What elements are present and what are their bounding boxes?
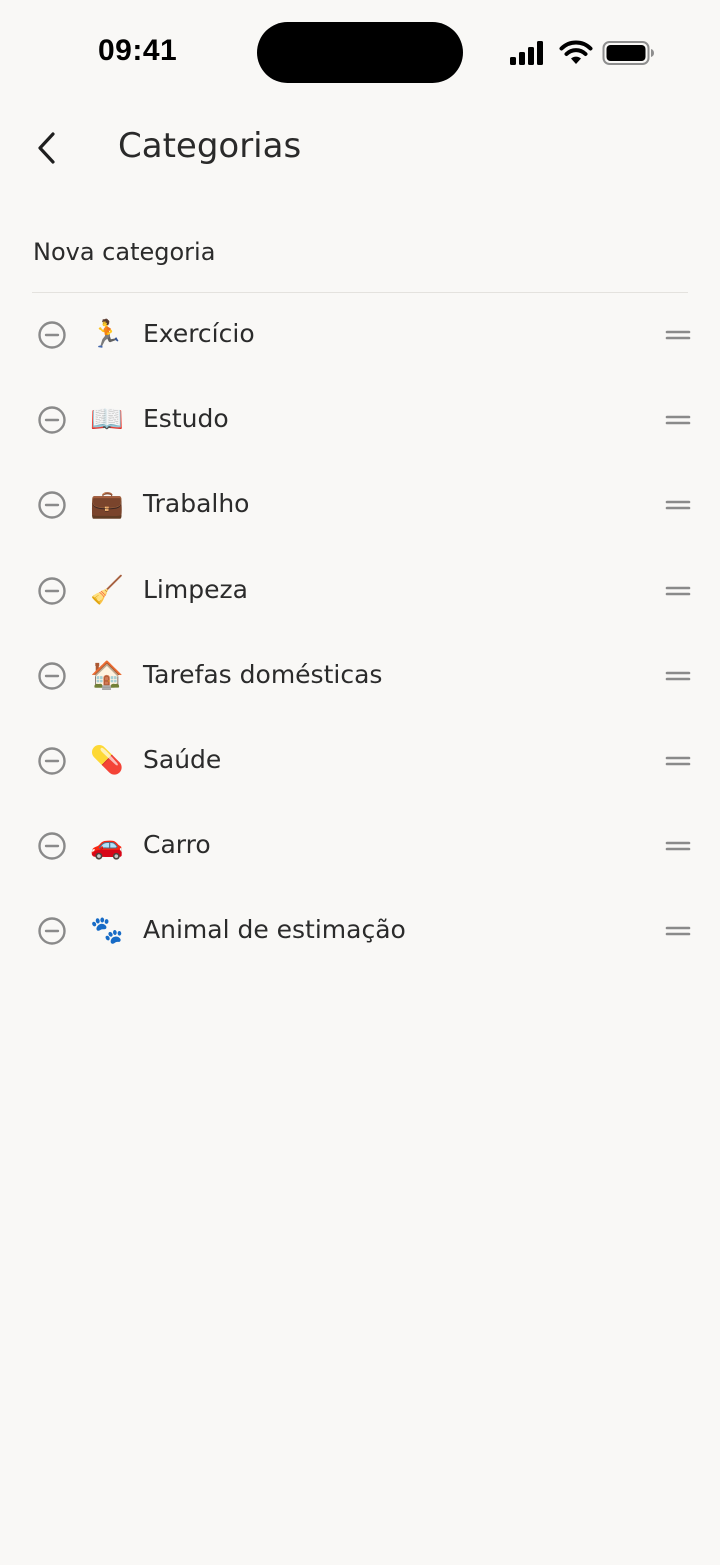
category-label: Estudo	[143, 404, 229, 434]
category-label: Saúde	[143, 744, 222, 774]
category-emoji: 🏃	[90, 319, 124, 350]
minus-circle-icon[interactable]	[37, 661, 67, 691]
status-time: 09:41	[98, 34, 178, 67]
category-emoji: 💊	[90, 744, 124, 776]
category-row[interactable]: 💊 Saúde	[0, 719, 720, 804]
category-row[interactable]: 🐾 Animal de estimação	[0, 889, 720, 974]
category-label: Carro	[143, 830, 211, 860]
category-emoji: 🚗	[90, 830, 124, 862]
category-row[interactable]: 🏃 Exercício	[0, 293, 720, 378]
battery-icon	[602, 41, 654, 65]
minus-circle-icon[interactable]	[37, 320, 67, 350]
chevron-left-icon	[38, 132, 55, 164]
category-emoji: 🐾	[90, 915, 124, 947]
category-row[interactable]: 📖 Estudo	[0, 378, 720, 463]
minus-circle-icon[interactable]	[37, 746, 67, 776]
category-row[interactable]: 🚗 Carro	[0, 804, 720, 889]
category-label: Tarefas domésticas	[143, 659, 383, 689]
category-label: Exercício	[143, 319, 255, 348]
minus-circle-icon[interactable]	[37, 916, 67, 946]
cellular-signal-icon	[510, 41, 543, 65]
category-label: Trabalho	[143, 489, 250, 519]
back-button[interactable]	[24, 124, 70, 172]
status-bar: 09:41	[0, 0, 720, 100]
category-label: Limpeza	[143, 574, 248, 604]
drag-handle-icon[interactable]	[660, 751, 694, 771]
drag-handle-icon[interactable]	[660, 581, 694, 601]
drag-handle-icon[interactable]	[660, 410, 694, 430]
wifi-icon	[559, 40, 593, 64]
page-title: Categorias	[118, 126, 302, 166]
drag-handle-icon[interactable]	[660, 495, 694, 515]
minus-circle-icon[interactable]	[37, 490, 67, 520]
minus-circle-icon[interactable]	[37, 576, 67, 606]
nav-bar: Categorias	[0, 112, 720, 184]
minus-circle-icon[interactable]	[37, 405, 67, 435]
minus-circle-icon[interactable]	[37, 831, 67, 861]
category-emoji: 💼	[90, 489, 124, 521]
category-label: Animal de estimação	[143, 915, 406, 945]
drag-handle-icon[interactable]	[660, 836, 694, 856]
category-row[interactable]: 🧹 Limpeza	[0, 549, 720, 634]
category-row[interactable]: 💼 Trabalho	[0, 463, 720, 548]
category-row[interactable]: 🏠 Tarefas domésticas	[0, 634, 720, 719]
drag-handle-icon[interactable]	[660, 921, 694, 941]
category-list: 🏃 Exercício 📖 Estudo 💼 Trabalho 🧹 Limpez…	[0, 293, 720, 975]
category-emoji: 📖	[90, 404, 124, 436]
dynamic-island	[257, 22, 463, 83]
category-emoji: 🧹	[90, 574, 124, 606]
drag-handle-icon[interactable]	[660, 325, 694, 345]
category-emoji: 🏠	[90, 659, 124, 691]
new-category-input[interactable]	[33, 232, 687, 272]
drag-handle-icon[interactable]	[660, 666, 694, 686]
status-icons	[508, 38, 658, 68]
